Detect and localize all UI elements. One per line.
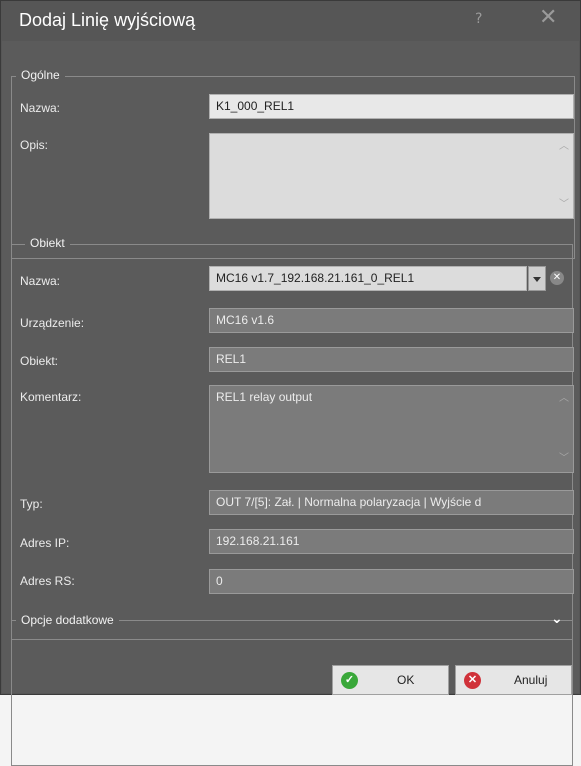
cancel-button[interactable]: ✕ Anuluj <box>455 665 572 695</box>
dialog-window: Dodaj Linię wyjściową ? ✕ Ogólne Nazwa: … <box>0 0 581 766</box>
ip-label: Adres IP: <box>20 536 70 550</box>
rs-label: Adres RS: <box>20 574 75 588</box>
clear-icon[interactable]: ✕ <box>550 271 564 285</box>
object-name-combo[interactable]: MC16 v1.7_192.168.21.161_0_REL1 <box>209 266 527 291</box>
scroll-down-icon[interactable]: ﹀ <box>558 454 570 464</box>
object-name-label: Nazwa: <box>20 274 61 288</box>
dialog-body: Ogólne Nazwa: K1_000_REL1 Opis: ︿ ﹀ Obie… <box>2 41 579 766</box>
general-desc-label: Opis: <box>20 138 49 152</box>
type-label: Typ: <box>20 497 43 511</box>
general-name-input[interactable]: K1_000_REL1 <box>209 94 574 119</box>
help-icon[interactable]: ? <box>475 11 482 27</box>
device-label: Urządzenie: <box>20 316 85 330</box>
general-legend: Ogólne <box>16 68 65 82</box>
comment-field: REL1 relay output ︿ ﹀ <box>209 385 574 473</box>
general-desc-textarea[interactable]: ︿ ﹀ <box>209 133 574 219</box>
object-legend: Obiekt <box>25 236 70 250</box>
dialog-title: Dodaj Linię wyjściową <box>19 10 196 30</box>
cancel-icon: ✕ <box>464 672 481 689</box>
close-icon[interactable]: ✕ <box>539 5 557 30</box>
ip-field: 192.168.21.161 <box>209 529 574 554</box>
comment-scrollbar[interactable]: ︿ ﹀ <box>555 386 573 472</box>
rs-field: 0 <box>209 569 574 594</box>
chevron-down-icon[interactable] <box>528 266 546 291</box>
extra-options-bottom <box>11 639 573 640</box>
comment-text: REL1 relay output <box>216 390 313 404</box>
scroll-down-icon[interactable]: ﹀ <box>558 200 570 210</box>
desc-scrollbar[interactable]: ︿ ﹀ <box>555 134 573 218</box>
ok-button-label: OK <box>397 673 415 687</box>
object-field: REL1 <box>209 347 574 372</box>
object-label: Obiekt: <box>20 354 59 368</box>
type-field: OUT 7/[5]: Zał. | Normalna polaryzacja |… <box>209 490 574 515</box>
check-icon: ✓ <box>341 672 358 689</box>
title-bar[interactable]: Dodaj Linię wyjściową ? ✕ <box>1 1 580 41</box>
scroll-up-icon[interactable]: ︿ <box>558 394 570 404</box>
scroll-up-icon[interactable]: ︿ <box>558 142 570 152</box>
device-field: MC16 v1.6 <box>209 308 574 333</box>
ok-button[interactable]: ✓ OK <box>332 665 449 695</box>
chevron-down-icon[interactable]: ⌄ <box>551 611 563 627</box>
extra-options-legend: Opcje dodatkowe <box>16 613 119 627</box>
cancel-button-label: Anuluj <box>514 673 548 687</box>
extra-options-group[interactable]: Opcje dodatkowe ⌄ <box>11 611 575 631</box>
general-name-label: Nazwa: <box>20 101 61 115</box>
comment-label: Komentarz: <box>20 390 82 404</box>
